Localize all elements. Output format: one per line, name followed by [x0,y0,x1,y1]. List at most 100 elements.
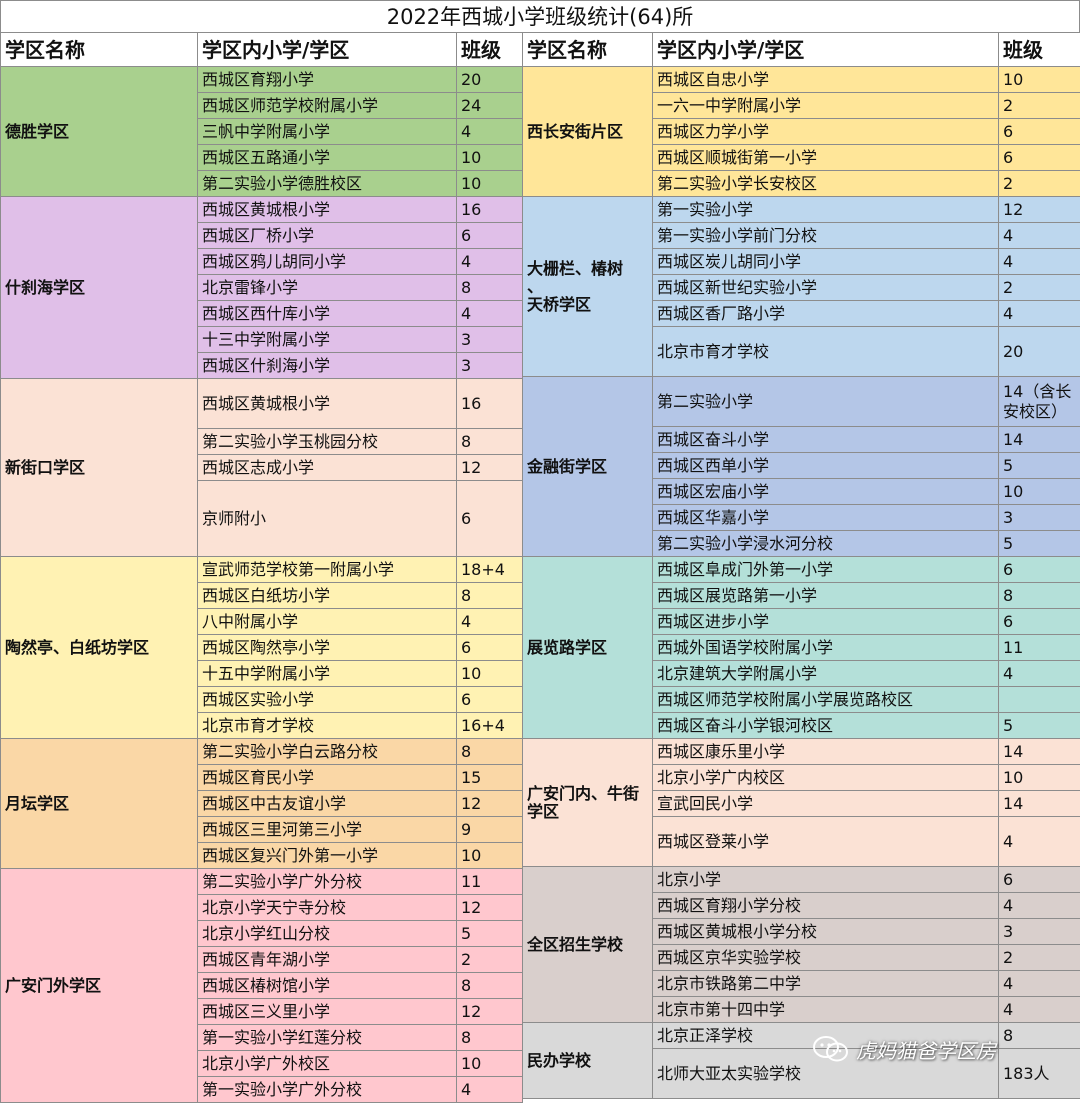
class-count: 4 [999,249,1080,275]
watermark-text: 虎妈猫爸学区房 [856,1035,996,1064]
school-name: 西城区育翔小学 [198,67,457,93]
school-name: 北京雷锋小学 [198,275,457,301]
class-count: 16 [457,379,523,429]
school-name: 一六一中学附属小学 [653,93,999,119]
class-count: 9 [457,817,523,843]
school-name: 西城区育民小学 [198,765,457,791]
header-row: 学区名称学区内小学/学区班级 [1,33,523,67]
school-name: 西城区宏庙小学 [653,479,999,505]
table-row: 展览路学区西城区阜成门外第一小学6 [523,557,1080,583]
district-name: 全区招生学校 [523,867,653,1023]
class-count: 8 [999,1023,1080,1049]
class-count: 11 [999,635,1080,661]
school-name: 第二实验小学浸水河分校 [653,531,999,557]
school-name: 西城区青年湖小学 [198,947,457,973]
school-name: 西城区西什库小学 [198,301,457,327]
school-name: 第二实验小学德胜校区 [198,171,457,197]
header-classes: 班级 [457,33,523,67]
school-name: 西城区黄城根小学 [198,379,457,429]
class-count [999,687,1080,713]
class-count: 12 [457,999,523,1025]
class-count: 4 [999,661,1080,687]
school-name: 第二实验小学 [653,377,999,427]
district-name: 广安门外学区 [1,869,198,1103]
school-name: 第二实验小学白云路分校 [198,739,457,765]
district-name: 广安门内、牛街 学区 [523,739,653,867]
school-name: 西城区新世纪实验小学 [653,275,999,301]
school-name: 北京小学广外校区 [198,1051,457,1077]
school-name: 十五中学附属小学 [198,661,457,687]
school-name: 西城区香厂路小学 [653,301,999,327]
school-name: 西城外国语学校附属小学 [653,635,999,661]
school-name: 北京市育才学校 [653,327,999,377]
right-table: 学区名称学区内小学/学区班级西长安街片区西城区自忠小学10一六一中学附属小学2西… [522,32,1080,1099]
watermark: 虎妈猫爸学区房 [812,1034,996,1064]
wechat-icon [812,1035,850,1063]
class-count: 2 [999,275,1080,301]
class-count: 12 [457,791,523,817]
class-count: 4 [457,1077,523,1103]
class-count: 10 [999,765,1080,791]
class-count: 10 [457,1051,523,1077]
school-name: 西城区黄城根小学分校 [653,919,999,945]
school-name: 宣武回民小学 [653,791,999,817]
school-name: 第二实验小学玉桃园分校 [198,429,457,455]
school-name: 北京小学红山分校 [198,921,457,947]
school-name: 北京市铁路第二中学 [653,971,999,997]
school-name: 西城区西单小学 [653,453,999,479]
class-count: 20 [457,67,523,93]
class-count: 4 [457,119,523,145]
school-name: 西城区京华实验学校 [653,945,999,971]
class-count: 8 [457,583,523,609]
class-count: 6 [999,557,1080,583]
school-name: 西城区白纸坊小学 [198,583,457,609]
district-name: 什刹海学区 [1,197,198,379]
district-name: 展览路学区 [523,557,653,739]
table-row: 全区招生学校北京小学6 [523,867,1080,893]
school-name: 西城区展览路第一小学 [653,583,999,609]
class-count: 18+4 [457,557,523,583]
class-count: 24 [457,93,523,119]
school-name: 西城区奋斗小学银河校区 [653,713,999,739]
school-name: 西城区阜成门外第一小学 [653,557,999,583]
school-name: 第二实验小学广外分校 [198,869,457,895]
class-count: 14 [999,791,1080,817]
statistics-sheet: 2022年西城小学班级统计(64)所 学区名称学区内小学/学区班级德胜学区西城区… [0,0,1080,1097]
school-name: 西城区什刹海小学 [198,353,457,379]
school-name: 西城区华嘉小学 [653,505,999,531]
class-count: 3 [999,505,1080,531]
school-name: 宣武师范学校第一附属小学 [198,557,457,583]
class-count: 5 [999,531,1080,557]
header-district: 学区名称 [1,33,198,67]
district-name: 金融街学区 [523,377,653,557]
table-row: 广安门外学区第二实验小学广外分校11 [1,869,523,895]
table-row: 广安门内、牛街 学区西城区康乐里小学14 [523,739,1080,765]
left-table: 学区名称学区内小学/学区班级德胜学区西城区育翔小学20西城区师范学校附属小学24… [0,32,523,1103]
school-name: 第一实验小学 [653,197,999,223]
school-name: 西城区育翔小学分校 [653,893,999,919]
school-name: 西城区奋斗小学 [653,427,999,453]
class-count: 4 [999,893,1080,919]
class-count: 14（含长安校区） [999,377,1080,427]
class-count: 6 [999,145,1080,171]
class-count: 15 [457,765,523,791]
school-name: 西城区三义里小学 [198,999,457,1025]
district-name: 西长安街片区 [523,67,653,197]
school-name: 西城区师范学校附属小学 [198,93,457,119]
school-name: 西城区进步小学 [653,609,999,635]
school-name: 北京小学 [653,867,999,893]
school-name: 西城区志成小学 [198,455,457,481]
school-name: 十三中学附属小学 [198,327,457,353]
school-name: 北京市第十四中学 [653,997,999,1023]
class-count: 6 [999,609,1080,635]
table-row: 新街口学区西城区黄城根小学16 [1,379,523,429]
school-name: 西城区三里河第三小学 [198,817,457,843]
school-name: 第二实验小学长安校区 [653,171,999,197]
class-count: 4 [999,223,1080,249]
class-count: 10 [999,479,1080,505]
class-count: 10 [999,67,1080,93]
school-name: 第一实验小学红莲分校 [198,1025,457,1051]
class-count: 3 [999,919,1080,945]
school-name: 西城区鸦儿胡同小学 [198,249,457,275]
class-count: 4 [999,997,1080,1023]
